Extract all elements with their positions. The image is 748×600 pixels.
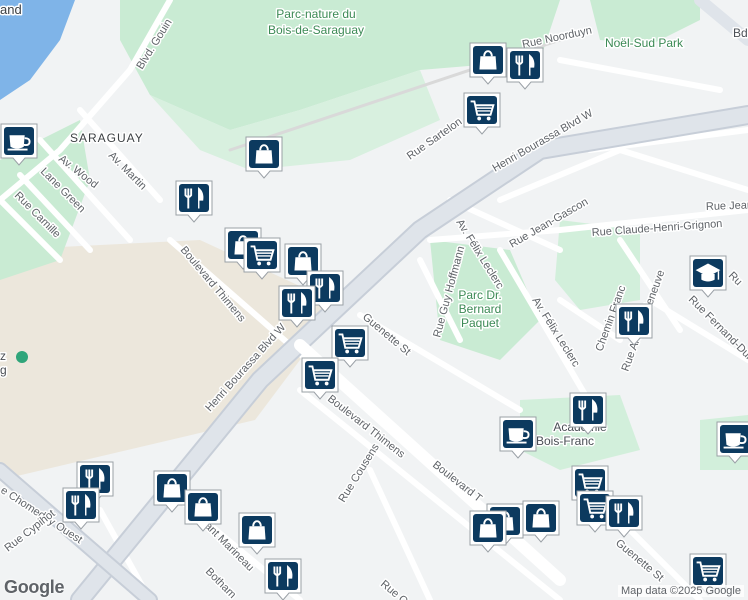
label-academie-line2: Bois-Franc bbox=[536, 434, 594, 448]
label-z-fragment: z bbox=[0, 349, 6, 363]
label-noel-sud-park: Noël-Sud Park bbox=[605, 36, 684, 50]
label-and-fragment: and bbox=[0, 2, 22, 17]
street-rue-jean-fragment: Rue Jean bbox=[706, 199, 748, 213]
park-poi-icon bbox=[16, 351, 28, 363]
map-attribution: Map data ©2025 Google bbox=[617, 585, 744, 597]
label-saraguay: SARAGUAY bbox=[70, 131, 144, 145]
label-bd-fragment: Bd bbox=[733, 26, 748, 40]
label-g-fragment: g bbox=[0, 363, 7, 377]
map-canvas[interactable]: and Parc-nature du Bois-de-Saraguay Noël… bbox=[0, 0, 748, 600]
label-park-saraguay-line2: Bois-de-Saraguay bbox=[268, 23, 364, 37]
label-park-saraguay-line1: Parc-nature du bbox=[276, 7, 355, 21]
label-parc-bernard-paquet-line3: Paquet bbox=[461, 316, 500, 330]
google-logo: Google bbox=[4, 577, 65, 597]
label-parc-bernard-paquet-line2: Bernard bbox=[459, 302, 502, 316]
